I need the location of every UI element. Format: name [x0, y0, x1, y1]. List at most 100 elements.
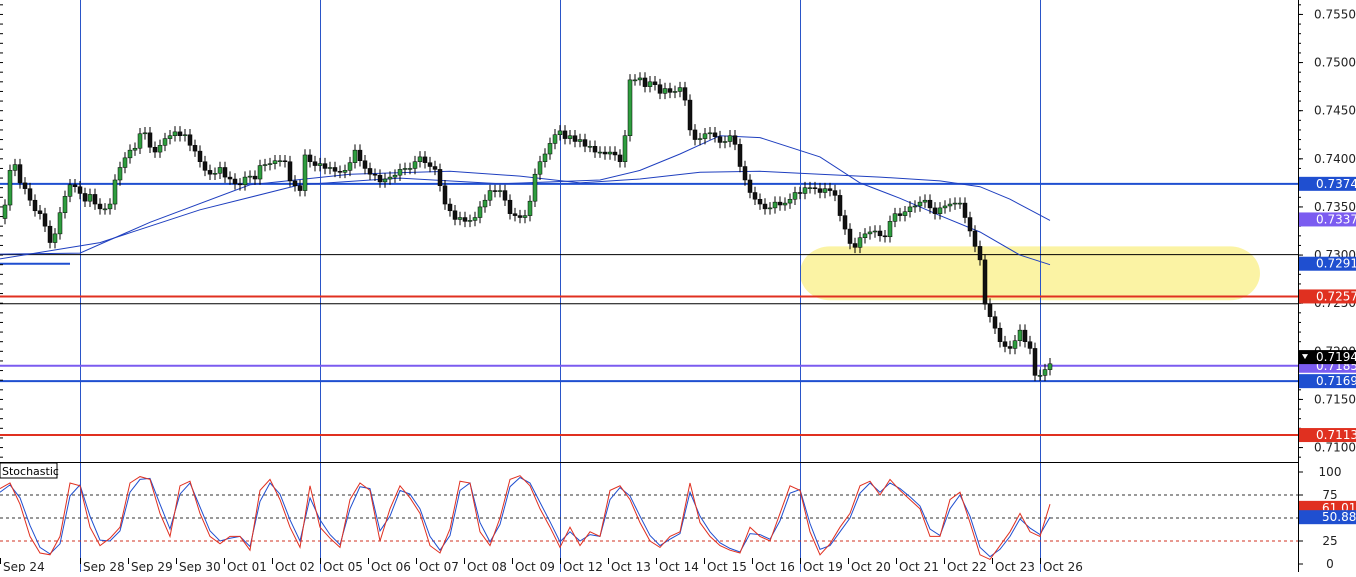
price-bar-7: [32, 199, 38, 212]
moving-average-0: [0, 135, 1051, 266]
price-bar-160: [797, 192, 803, 194]
price-bar-50: [247, 175, 253, 178]
price-bar-102: [507, 199, 513, 214]
price-bar-143: [712, 132, 718, 137]
price-bar-113: [562, 130, 568, 139]
time-label: Sep 30: [179, 560, 221, 572]
price-bar-103: [512, 213, 518, 216]
price-bar-19: [92, 194, 98, 205]
price-bar-73: [362, 160, 368, 169]
price-bar-148: [737, 144, 743, 167]
price-bar-3: [12, 164, 18, 171]
price-bar-66: [327, 167, 333, 169]
price-bar-186: [927, 199, 933, 209]
price-bar-165: [822, 188, 828, 193]
price-bar-57: [282, 160, 288, 162]
time-label: Oct 09: [515, 560, 555, 572]
price-bar-171: [852, 243, 858, 248]
price-bar-27: [132, 147, 138, 151]
price-bar-96: [477, 206, 483, 218]
price-bar-199: [992, 316, 998, 329]
price-bar-83: [412, 161, 418, 169]
price-bar-44: [217, 167, 223, 174]
price-bar-75: [372, 173, 378, 176]
price-bar-159: [792, 192, 798, 200]
price-bar-193: [962, 202, 968, 218]
price-bar-72: [357, 149, 363, 161]
price-bar-37: [182, 134, 188, 136]
price-bar-167: [832, 190, 838, 196]
price-bar-153: [762, 203, 768, 210]
price-bar-78: [387, 176, 393, 180]
price-bar-129: [642, 77, 648, 87]
time-label: Oct 21: [899, 560, 939, 572]
price-bar-144: [717, 136, 723, 143]
price-bar-14: [67, 184, 73, 197]
price-bar-98: [487, 190, 493, 201]
time-label: Oct 08: [467, 560, 507, 572]
price-bar-18: [87, 194, 93, 202]
price-bar-77: [382, 178, 388, 183]
price-bar-137: [682, 87, 688, 101]
price-bar-6: [27, 188, 33, 201]
time-label: Oct 02: [275, 560, 315, 572]
price-bar-191: [952, 202, 958, 205]
price-bar-132: [657, 84, 663, 94]
price-bar-70: [347, 162, 353, 171]
level-label-0.7374: 0.7374: [1316, 177, 1356, 191]
price-bar-198: [987, 303, 993, 317]
price-bar-97: [482, 199, 488, 208]
price-bar-74: [367, 168, 373, 175]
price-bar-201: [1002, 341, 1008, 347]
time-label: Oct 14: [659, 560, 699, 572]
price-bar-63: [312, 161, 318, 166]
price-bar-62: [307, 154, 313, 162]
time-label: Oct 05: [323, 560, 363, 572]
time-label: Oct 16: [755, 560, 795, 572]
price-bar-1: [2, 204, 8, 219]
price-bar-11: [52, 233, 58, 243]
price-bar-136: [677, 87, 683, 92]
price-bar-114: [567, 135, 573, 139]
stochastic-layer: Stochastic: [0, 462, 1298, 561]
price-bar-157: [782, 202, 788, 206]
time-label: Oct 15: [707, 560, 747, 572]
price-bar-174: [867, 231, 873, 235]
price-bar-181: [902, 211, 908, 216]
price-bar-126: [627, 79, 633, 136]
price-bar-133: [662, 88, 668, 94]
price-bar-122: [607, 151, 613, 155]
price-bar-36: [177, 131, 183, 136]
price-bar-187: [932, 207, 938, 214]
price-bar-195: [972, 230, 978, 247]
level-label-0.7291: 0.7291: [1316, 257, 1356, 271]
price-bar-116: [577, 139, 583, 142]
price-bar-52: [257, 165, 263, 180]
price-bar-42: [207, 170, 213, 175]
price-bar-127: [632, 79, 638, 82]
price-tick-label: 0.7100: [1314, 441, 1356, 455]
price-bar-206: [1027, 341, 1033, 349]
price-tick-label: 0.7150: [1314, 392, 1356, 406]
price-bar-141: [702, 133, 708, 139]
price-bar-38: [187, 134, 193, 146]
price-bar-130: [647, 81, 653, 87]
price-bar-131: [652, 81, 658, 85]
price-bar-9: [42, 213, 48, 227]
level-label-0.7257: 0.7257: [1316, 289, 1356, 303]
price-bar-68: [337, 171, 343, 173]
price-bar-164: [817, 188, 823, 193]
price-bar-76: [377, 174, 383, 183]
time-label: Sep 29: [131, 560, 173, 572]
price-bar-202: [1007, 346, 1013, 349]
price-bar-134: [667, 88, 673, 93]
price-bar-100: [497, 190, 503, 192]
price-bar-107: [532, 173, 538, 202]
time-label: Oct 23: [995, 560, 1035, 572]
price-bar-15: [72, 184, 78, 187]
price-bar-55: [272, 160, 278, 164]
price-bar-135: [672, 91, 678, 93]
level-label-0.7337: 0.7337: [1316, 212, 1356, 226]
price-bar-209: [1042, 369, 1048, 376]
price-bar-117: [582, 139, 588, 147]
